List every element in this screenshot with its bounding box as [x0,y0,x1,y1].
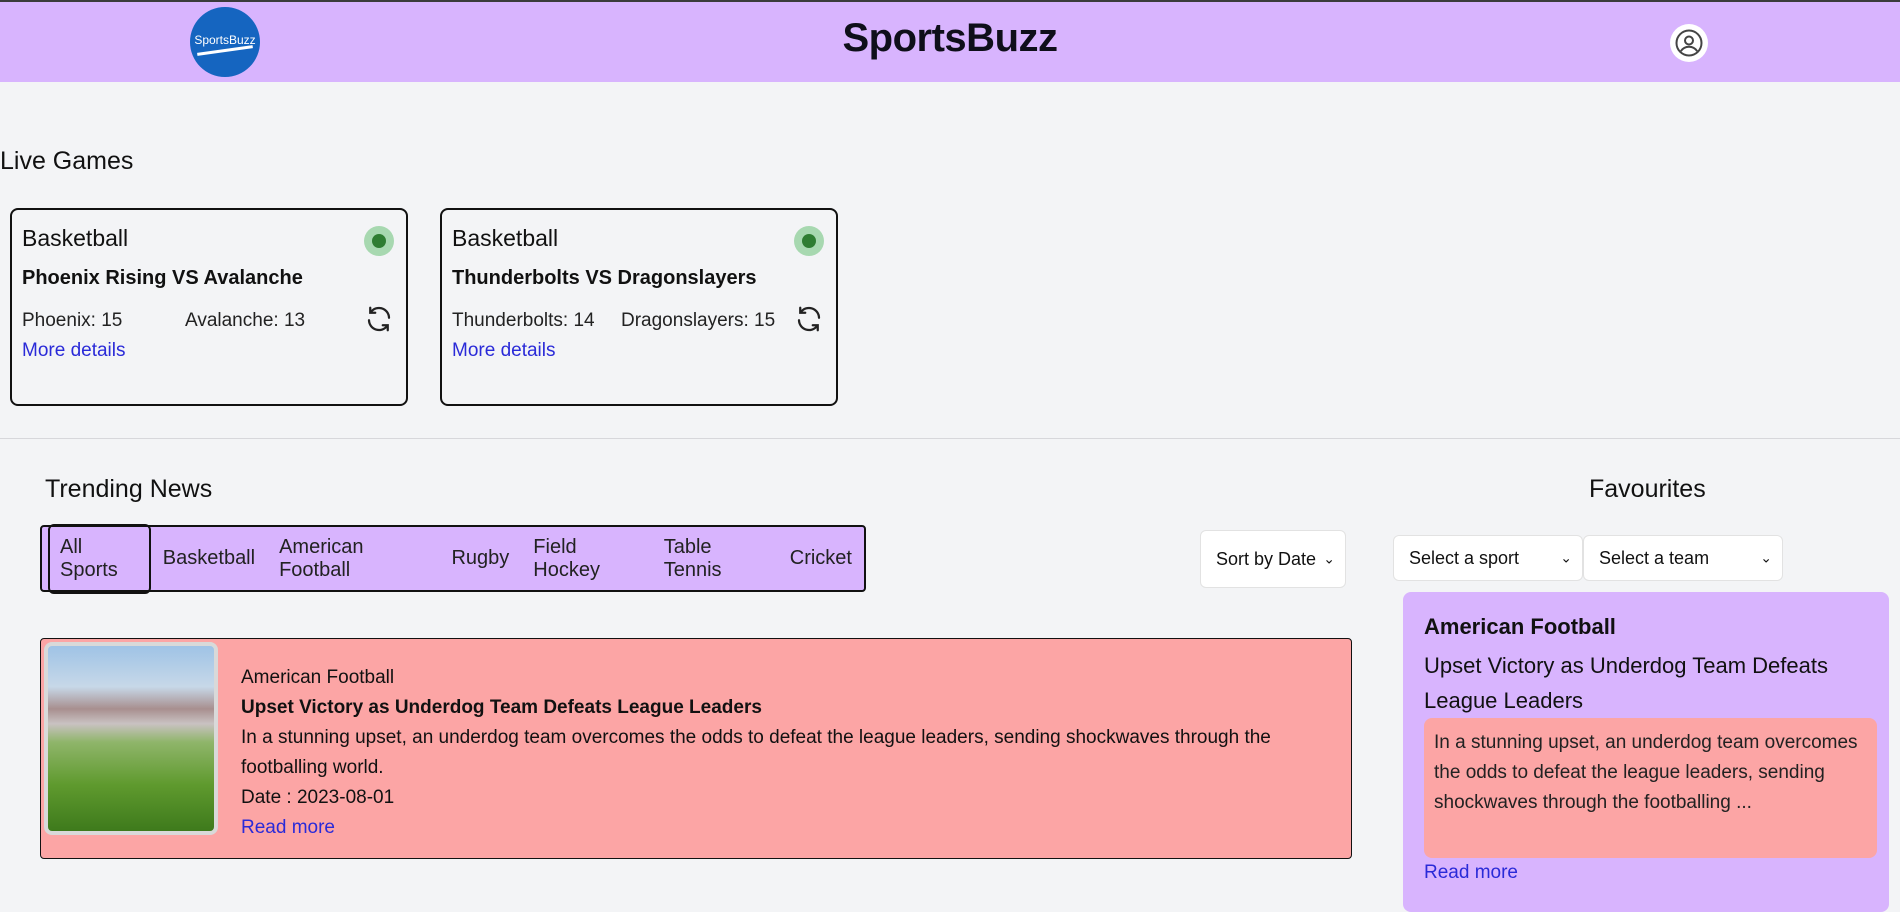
favourite-read-more-link[interactable]: Read more [1424,862,1518,884]
live-indicator-icon [794,226,824,256]
favourite-headline: Upset Victory as Underdog Team Defeats L… [1424,653,1828,713]
news-headline: Upset Victory as Underdog Team Defeats L… [241,697,762,718]
sport-select[interactable]: Select a sport ⌄ [1393,535,1583,581]
tab-field-hockey[interactable]: Field Hockey [521,524,651,594]
tab-all-sports[interactable]: All Sports [48,523,151,594]
chevron-down-icon: ⌄ [1760,549,1772,566]
team-b-score: Dragonslayers: 15 [621,310,776,331]
site-header: SportsBuzz SportsBuzz [0,2,1900,82]
news-sport: American Football [241,667,395,688]
live-indicator-icon [364,226,394,256]
favourite-news-card: American Football Upset Victory as Under… [1403,592,1889,912]
game-sport: Basketball [452,225,559,251]
live-game-card: Basketball Phoenix Rising VS Avalanche P… [10,208,408,406]
site-title: SportsBuzz [842,16,1059,60]
team-select-value: Select a team [1599,547,1710,568]
team-a-score: Phoenix: 15 [22,310,123,331]
news-thumbnail [44,642,218,835]
team-b-score: Avalanche: 13 [185,310,306,331]
news-date: Date : 2023-08-01 [241,787,395,808]
chevron-down-icon: ⌄ [1560,549,1572,566]
more-details-link[interactable]: More details [22,340,126,362]
tab-table-tennis[interactable]: Table Tennis [652,524,778,594]
game-matchup: Thunderbolts VS Dragonslayers [452,267,757,289]
live-games-title: Live Games [0,147,134,175]
tab-basketball[interactable]: Basketball [151,535,267,582]
tab-american-football[interactable]: American Football [267,524,439,594]
refresh-icon[interactable] [364,304,394,334]
more-details-link[interactable]: More details [452,340,556,362]
sport-select-value: Select a sport [1409,547,1520,568]
trending-news-title: Trending News [45,475,213,503]
sort-select[interactable]: Sort by Date ⌄ [1200,530,1346,588]
refresh-icon[interactable] [794,304,824,334]
sport-filter-tabs: All Sports Basketball American Football … [40,523,866,594]
team-a-score: Thunderbolts: 14 [452,310,595,331]
profile-button[interactable] [1670,24,1708,62]
chevron-down-icon: ⌄ [1323,550,1335,567]
read-more-link[interactable]: Read more [241,813,1331,843]
favourites-title: Favourites [1589,475,1706,503]
game-sport: Basketball [22,225,129,251]
favourite-summary: In a stunning upset, an underdog team ov… [1424,718,1877,858]
user-circle-icon [1675,29,1703,57]
tab-rugby[interactable]: Rugby [439,535,521,582]
news-article-card: American Football Upset Victory as Under… [40,638,1352,859]
live-game-card: Basketball Thunderbolts VS Dragonslayers… [440,208,838,406]
tab-cricket[interactable]: Cricket [778,535,864,582]
sort-select-value: Sort by Date [1216,548,1317,569]
news-summary: In a stunning upset, an underdog team ov… [241,727,1271,778]
section-divider [0,438,1900,439]
favourite-sport: American Football [1424,614,1616,639]
team-select[interactable]: Select a team ⌄ [1583,535,1783,581]
game-matchup: Phoenix Rising VS Avalanche [22,267,303,289]
